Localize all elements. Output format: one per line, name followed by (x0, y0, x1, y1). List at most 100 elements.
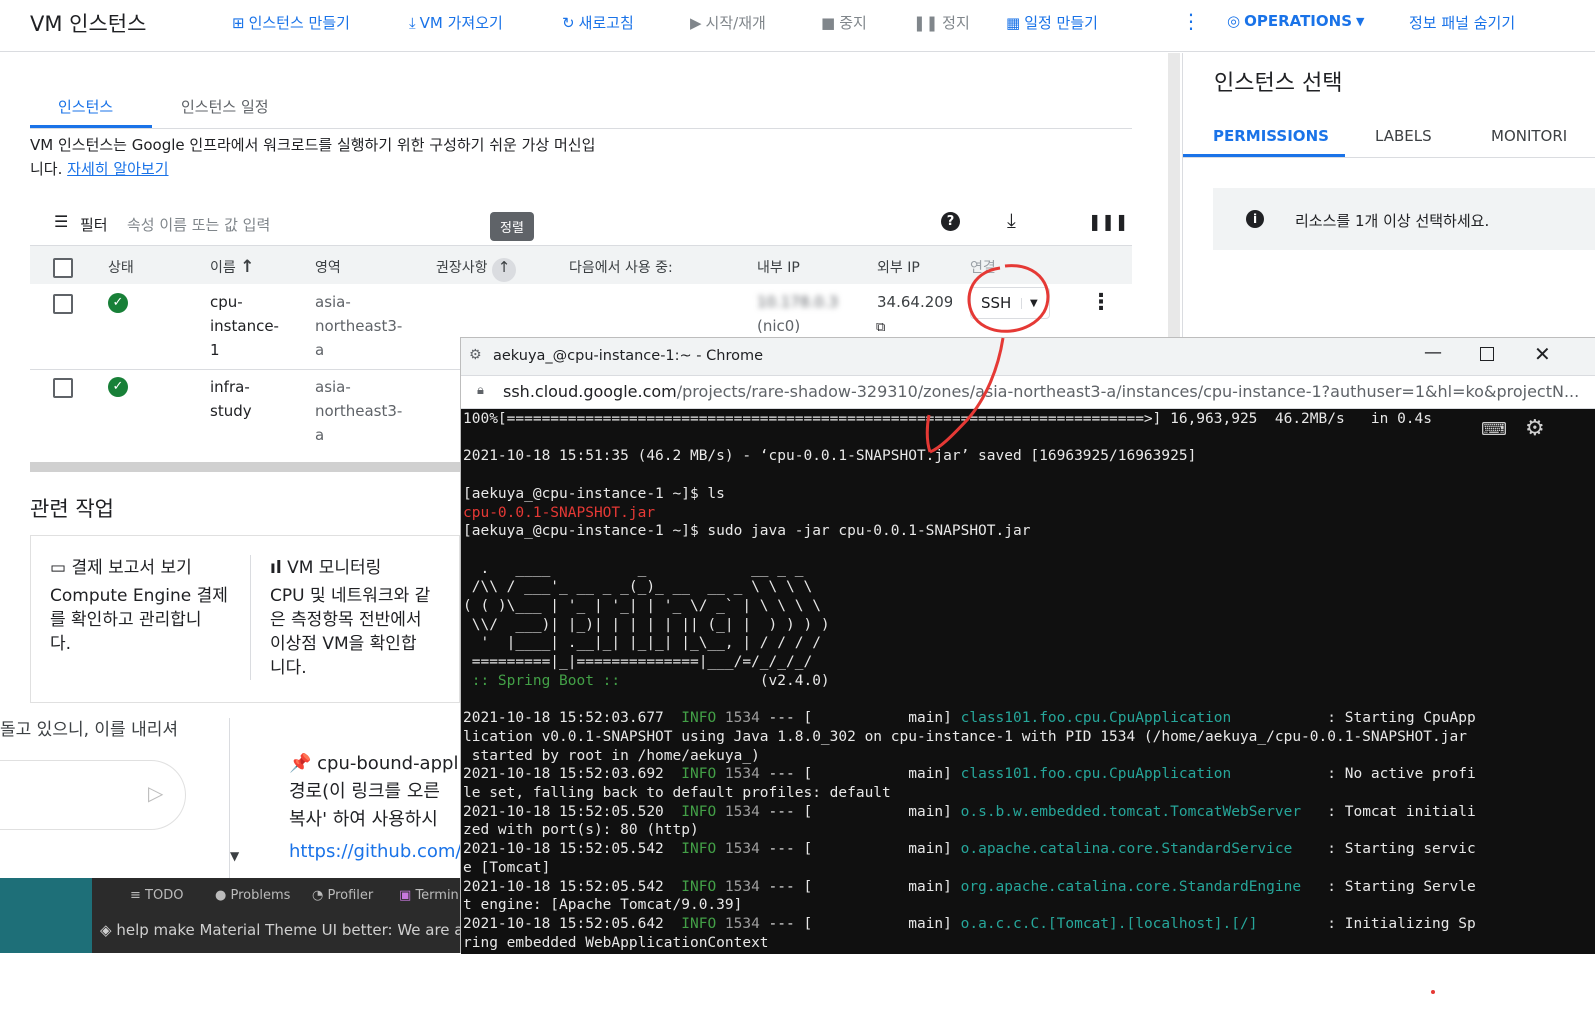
internal-ip: 10.178.0.3 (nic0) (757, 293, 839, 335)
col-status[interactable]: 상태 (108, 257, 134, 277)
import-vm-button[interactable]: ⤓ VM 가져오기 (409, 12, 503, 33)
comment-input[interactable]: ▷ (0, 760, 186, 830)
col-internal-ip[interactable]: 내부 IP (757, 257, 800, 277)
ide-tab-terminal[interactable]: ▣ Termin (399, 888, 459, 903)
vertical-scrollbar[interactable] (1168, 53, 1180, 343)
ssh-terminal-window[interactable]: ⚙ aekuya_@cpu-instance-1:~ - Chrome — ✕ … (460, 337, 1595, 954)
terminal-output[interactable]: ⌨ ⚙ 100%[===============================… (461, 409, 1595, 954)
refresh-button[interactable]: ↻ 새로고침 (562, 12, 634, 33)
filter-icon[interactable]: ☰ (54, 212, 68, 231)
credit-card-icon: ▭ (50, 558, 67, 578)
github-link[interactable]: https://github.com/ll (289, 838, 471, 866)
close-icon[interactable]: ✕ (1534, 342, 1551, 366)
spring-banner-line: ' |____| .__|_| |_|_| |_\__, | / / / / (463, 635, 821, 652)
stop-icon: ■ (821, 13, 836, 32)
instance-zone: asia- northeast3- a (315, 293, 403, 359)
bar-chart-icon: ıl (270, 558, 282, 578)
open-external-icon[interactable]: ⧉ (876, 320, 885, 335)
create-instance-button[interactable]: ⊞ 인스턴스 만들기 (232, 12, 350, 33)
problems-icon: ● (215, 888, 227, 903)
log-line: 2021-10-18 15:52:05.520 INFO 1534 --- [ … (463, 803, 1476, 820)
download-table-icon[interactable]: ⤓ (1007, 208, 1016, 232)
tab-instance-schedules[interactable]: 인스턴스 일정 (181, 96, 269, 117)
column-display-icon[interactable]: ❚❚❚ (1088, 212, 1128, 231)
maximize-icon[interactable] (1480, 347, 1494, 361)
ssh-dropdown-icon[interactable]: ▼ (1021, 297, 1038, 309)
page-title: VM 인스턴스 (30, 12, 147, 36)
horizontal-scrollbar[interactable] (30, 462, 460, 472)
ide-tab-profiler[interactable]: ◔ Profiler (312, 888, 373, 903)
col-zone[interactable]: 영역 (315, 257, 341, 277)
related-actions-title: 관련 작업 (30, 497, 114, 521)
row-checkbox[interactable] (53, 378, 73, 398)
pause-icon: ❚❚ (913, 13, 939, 32)
sort-up-icon: ↑ (491, 258, 516, 282)
tab-instances[interactable]: 인스턴스 (58, 96, 113, 117)
create-schedule-button[interactable]: ▦ 일정 만들기 (1006, 12, 1098, 33)
running-status-icon: ✓ (108, 293, 128, 313)
minimize-icon[interactable]: — (1424, 342, 1442, 363)
start-resume-button[interactable]: ▶ 시작/재개 (690, 12, 766, 33)
help-icon[interactable]: ? (941, 212, 960, 231)
running-status-icon: ✓ (108, 377, 128, 397)
spring-banner-line: . ____ _ __ _ _ (463, 560, 804, 577)
monitoring-card-body: CPU 및 네트워크와 같 은 측정항목 전반에서 이상점 VM을 확인합 니다… (270, 586, 431, 678)
operations-button[interactable]: ◎ OPERATIONS ▼ (1227, 12, 1364, 30)
log-line-continued: t engine: [Apache Tomcat/9.0.39] (463, 897, 743, 914)
url-text: ssh.cloud.google.com/projects/rare-shado… (503, 382, 1580, 401)
card-divider (250, 555, 251, 680)
ide-tab-problems[interactable]: ● Problems (215, 888, 290, 903)
log-line: 2021-10-18 15:52:05.542 INFO 1534 --- [ … (463, 841, 1476, 858)
tab-labels[interactable]: LABELS (1375, 127, 1432, 145)
filter-input[interactable]: 속성 이름 또는 값 입력 (127, 214, 270, 235)
billing-card-title[interactable]: ▭ 결제 보고서 보기 (50, 553, 192, 578)
log-line: 2021-10-18 15:52:03.692 INFO 1534 --- [ … (463, 766, 1476, 783)
keyboard-icon[interactable]: ⌨ (1481, 419, 1507, 440)
terminal-icon: ▣ (399, 888, 412, 903)
hide-info-panel-button[interactable]: 정보 패널 숨기기 (1409, 12, 1515, 33)
blog-post: 📌 cpu-bound-appli 경로(이 링크를 오른 복사' 하여 사용하… (289, 750, 471, 866)
terminal-line: [aekuya_@cpu-instance-1 ~]$ ls (463, 485, 725, 502)
log-line-continued: started by root in /home/aekuya_) (463, 747, 760, 764)
instance-name[interactable]: infra- study (210, 375, 252, 423)
col-in-use-by[interactable]: 다음에서 사용 중: (569, 257, 673, 277)
scroll-down-icon[interactable]: ▼ (230, 849, 239, 863)
learn-more-link[interactable]: 자세히 알아보기 (67, 160, 168, 178)
tabs-divider (1183, 157, 1595, 158)
row-checkbox[interactable] (53, 294, 73, 314)
settings-gear-icon[interactable]: ⚙ (1525, 416, 1545, 441)
sort-up-icon: ↑ (240, 257, 255, 277)
send-icon[interactable]: ▷ (148, 781, 163, 805)
refresh-icon: ↻ (562, 13, 575, 32)
caret-down-icon: ▼ (1356, 14, 1365, 28)
log-line-continued: le set, falling back to default profiles… (463, 785, 891, 801)
col-recommendations[interactable]: 권장사항 ↑ (436, 257, 516, 282)
instance-name[interactable]: cpu- instance- 1 (210, 290, 279, 362)
col-external-ip[interactable]: 외부 IP (877, 257, 920, 277)
col-connect[interactable]: 연결 (970, 257, 996, 277)
spring-banner-line: /\\ / ___'_ __ _ _(_)_ __ __ _ \ \ \ \ (463, 579, 813, 596)
file-listing: cpu-0.0.1-SNAPSHOT.jar (463, 504, 656, 521)
col-name[interactable]: 이름 ↑ (210, 257, 254, 277)
ssh-button[interactable]: SSH ▼ (970, 287, 1050, 319)
spring-boot-version: :: Spring Boot :: (v2.4.0) (463, 672, 830, 689)
ide-side-strip (0, 878, 92, 953)
select-all-checkbox[interactable] (53, 258, 73, 278)
more-vert-icon[interactable]: ⋮ (1181, 9, 1201, 33)
chip-icon: ⚙ (469, 347, 482, 363)
window-titlebar[interactable]: ⚙ aekuya_@cpu-instance-1:~ - Chrome — ✕ (461, 338, 1595, 376)
ide-tab-todo[interactable]: ≡ TODO (130, 888, 183, 903)
tab-permissions[interactable]: PERMISSIONS (1213, 127, 1329, 145)
row-more-icon[interactable]: ⋮ (1090, 290, 1112, 315)
suspend-button[interactable]: ❚❚ 정지 (913, 12, 970, 33)
tab-monitoring[interactable]: MONITORI (1491, 127, 1567, 145)
download-icon: ⤓ (409, 13, 416, 32)
tabs-divider (30, 128, 1132, 129)
ide-notification[interactable]: ◈ help make Material Theme UI better: We… (100, 921, 460, 939)
background-text: 돌고 있으니, 이를 내리셔 (0, 720, 179, 740)
stop-button[interactable]: ■ 중지 (821, 12, 867, 33)
monitoring-card-title[interactable]: ıl VM 모니터링 (270, 553, 381, 578)
spring-banner-line: =========|_|==============|___/=/_/_/_/ (463, 654, 813, 671)
info-icon: i (1246, 210, 1264, 228)
address-bar[interactable]: 🔒︎ ssh.cloud.google.com/projects/rare-sh… (461, 376, 1595, 409)
